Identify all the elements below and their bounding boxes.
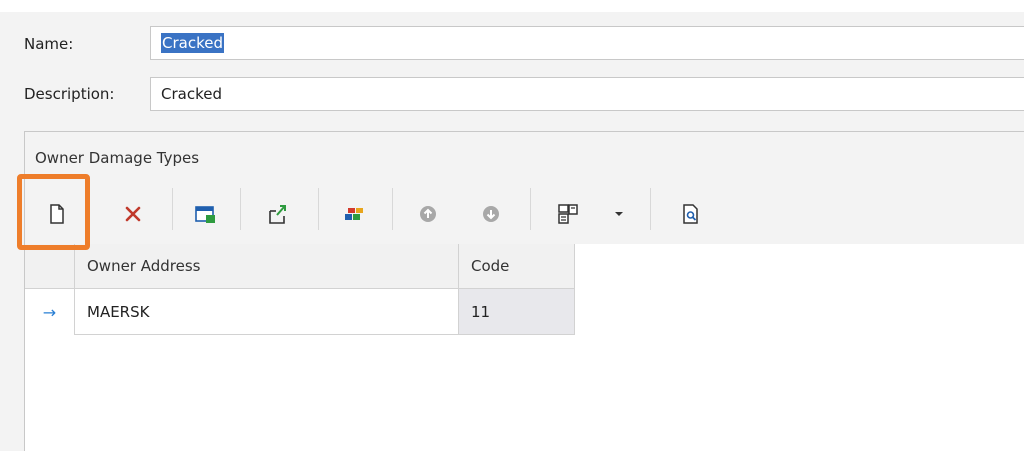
description-field-value: Cracked bbox=[161, 85, 222, 103]
top-strip bbox=[0, 0, 1024, 12]
toolbar-separator bbox=[650, 188, 651, 230]
toolbar-separator bbox=[240, 188, 241, 230]
window-icon bbox=[195, 206, 215, 223]
export-button[interactable] bbox=[260, 196, 298, 232]
toolbar-separator bbox=[318, 188, 319, 230]
export-arrow-icon bbox=[269, 205, 286, 224]
delete-x-icon bbox=[125, 206, 141, 222]
description-label: Description: bbox=[24, 85, 115, 103]
toolbar-separator bbox=[530, 188, 531, 230]
description-field[interactable]: Cracked bbox=[150, 77, 1024, 111]
column-header-owner-address[interactable]: Owner Address bbox=[75, 244, 459, 289]
owner-damage-grid: Owner Address Code → MAERSK 11 bbox=[25, 244, 1024, 451]
toolbar-separator bbox=[392, 188, 393, 230]
columns-icon bbox=[558, 204, 578, 224]
print-preview-icon bbox=[683, 204, 698, 224]
dropdown-button[interactable] bbox=[607, 196, 631, 232]
new-button-highlight bbox=[17, 174, 90, 250]
name-label: Name: bbox=[24, 35, 74, 53]
move-up-button[interactable] bbox=[409, 196, 447, 232]
edit-window-button[interactable] bbox=[186, 196, 224, 232]
panel-title: Owner Damage Types bbox=[35, 149, 200, 167]
name-field-value: Cracked bbox=[161, 33, 224, 53]
column-header-code[interactable]: Code bbox=[459, 244, 575, 289]
cell-code[interactable]: 11 bbox=[459, 289, 575, 335]
chevron-down-icon bbox=[615, 212, 623, 216]
cell-owner-address[interactable]: MAERSK bbox=[75, 289, 459, 335]
column-chooser-button[interactable] bbox=[549, 196, 587, 232]
move-down-button[interactable] bbox=[472, 196, 510, 232]
editor-page: Name: Cracked Description: Cracked Owner… bbox=[0, 0, 1024, 451]
delete-button[interactable] bbox=[114, 196, 152, 232]
arrow-down-circle-icon bbox=[483, 206, 499, 222]
name-field[interactable]: Cracked bbox=[150, 26, 1024, 60]
grid-header-row: Owner Address Code bbox=[25, 244, 1024, 289]
toolbar-separator bbox=[172, 188, 173, 230]
row-indicator-arrow-icon: → bbox=[25, 289, 75, 335]
color-blocks-icon bbox=[345, 208, 363, 220]
color-categories-button[interactable] bbox=[335, 196, 373, 232]
preview-button[interactable] bbox=[672, 196, 710, 232]
arrow-up-circle-icon bbox=[420, 206, 436, 222]
grid-header-indicator bbox=[25, 244, 75, 289]
